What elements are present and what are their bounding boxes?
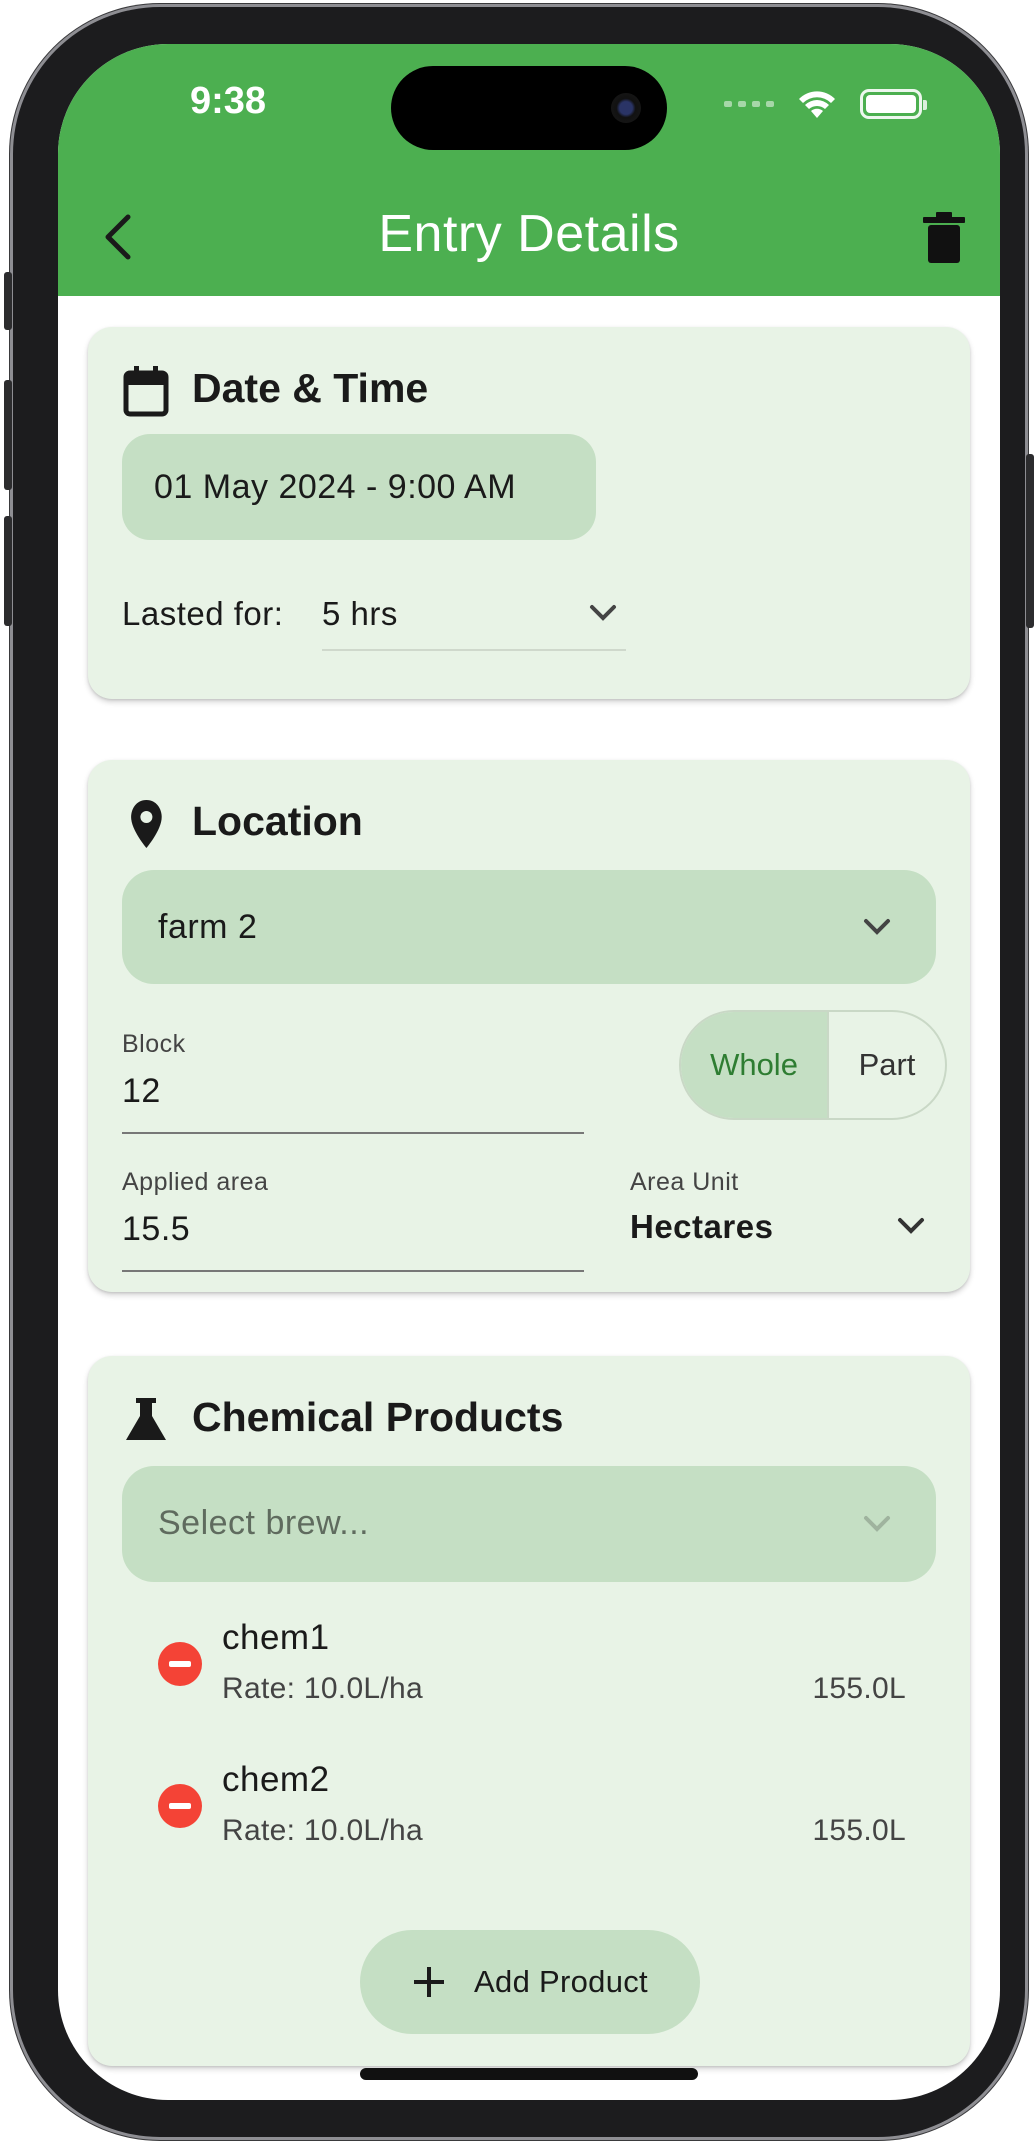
- chevron-down-icon: [590, 605, 616, 621]
- add-product-button[interactable]: Add Product: [360, 1930, 700, 2034]
- wifi-icon: [799, 91, 835, 118]
- product-total: 155.0L: [812, 1672, 906, 1705]
- product-name: chem2: [222, 1760, 330, 1799]
- location-pin-icon: [131, 800, 162, 848]
- duration-underline: [322, 649, 626, 651]
- silent-switch: [4, 272, 12, 330]
- location-title: Location: [192, 798, 363, 844]
- product-row: chem2 Rate: 10.0L/ha 155.0L: [146, 1760, 906, 1880]
- volume-down-button: [4, 516, 12, 626]
- chevron-down-icon: [864, 919, 890, 935]
- product-rate: Rate: 10.0L/ha: [222, 1814, 424, 1847]
- duration-label: Lasted for:: [122, 595, 284, 632]
- battery-icon: [860, 89, 927, 119]
- area-unit-value: Hectares: [630, 1208, 774, 1245]
- product-name: chem1: [222, 1618, 330, 1657]
- brew-dropdown[interactable]: Select brew...: [122, 1466, 936, 1582]
- area-unit-dropdown[interactable]: Area Unit Hectares: [630, 1168, 936, 1248]
- calendar-icon: [123, 366, 169, 417]
- farm-value: farm 2: [158, 908, 258, 946]
- camera-icon: [611, 93, 641, 123]
- trash-icon[interactable]: [920, 210, 968, 266]
- block-value: 12: [122, 1072, 161, 1110]
- coverage-toggle: Whole Part: [679, 1010, 947, 1120]
- home-indicator[interactable]: [360, 2068, 698, 2080]
- power-button: [1026, 454, 1034, 628]
- status-time: 9:38: [190, 80, 267, 122]
- chemical-products-card: Chemical Products Select brew... chem1 R…: [88, 1356, 970, 2066]
- volume-up-button: [4, 380, 12, 490]
- remove-product-icon[interactable]: [158, 1784, 202, 1828]
- whole-option[interactable]: Whole: [681, 1012, 829, 1118]
- chevron-down-icon: [864, 1516, 890, 1532]
- applied-area-field[interactable]: Applied area 15.5: [122, 1168, 584, 1272]
- dynamic-island: [391, 66, 667, 150]
- date-time-title: Date & Time: [192, 365, 429, 411]
- date-value: 01 May 2024 - 9:00 AM: [154, 468, 517, 506]
- chevron-down-icon: [898, 1218, 924, 1234]
- duration-value: 5 hrs: [322, 595, 398, 632]
- product-row: chem1 Rate: 10.0L/ha 155.0L: [146, 1618, 906, 1738]
- block-label: Block: [122, 1030, 186, 1058]
- remove-product-icon[interactable]: [158, 1642, 202, 1686]
- block-field[interactable]: Block 12: [122, 1030, 584, 1134]
- app-bar: 9:38 Entry Details: [58, 44, 1000, 296]
- status-icons: [724, 88, 927, 120]
- applied-area-value: 15.5: [122, 1210, 191, 1248]
- farm-dropdown[interactable]: farm 2: [122, 870, 936, 984]
- product-rate: Rate: 10.0L/ha: [222, 1672, 424, 1705]
- page-title: Entry Details: [378, 205, 680, 263]
- applied-area-label: Applied area: [122, 1168, 269, 1196]
- phone-frame: 9:38 Entry Details Date & Time 01 May 20…: [4, 4, 1034, 2140]
- brew-placeholder: Select brew...: [158, 1504, 370, 1542]
- date-time-card: Date & Time 01 May 2024 - 9:00 AM Lasted…: [88, 327, 970, 699]
- date-picker-button[interactable]: 01 May 2024 - 9:00 AM: [122, 434, 596, 540]
- plus-icon: [414, 1967, 445, 1997]
- add-product-label: Add Product: [474, 1964, 648, 1999]
- product-total: 155.0L: [812, 1814, 906, 1847]
- signal-icon: [724, 101, 774, 107]
- chemical-products-title: Chemical Products: [192, 1394, 564, 1440]
- duration-dropdown[interactable]: 5 hrs: [322, 579, 626, 651]
- area-unit-label: Area Unit: [630, 1168, 739, 1196]
- flask-icon: [126, 1398, 166, 1440]
- location-card: Location farm 2 Block 12 Whole Part Appl…: [88, 760, 970, 1292]
- applied-area-underline: [122, 1270, 584, 1272]
- part-option[interactable]: Part: [829, 1012, 945, 1118]
- screen: 9:38 Entry Details Date & Time 01 May 20…: [58, 44, 1000, 2100]
- block-underline: [122, 1132, 584, 1134]
